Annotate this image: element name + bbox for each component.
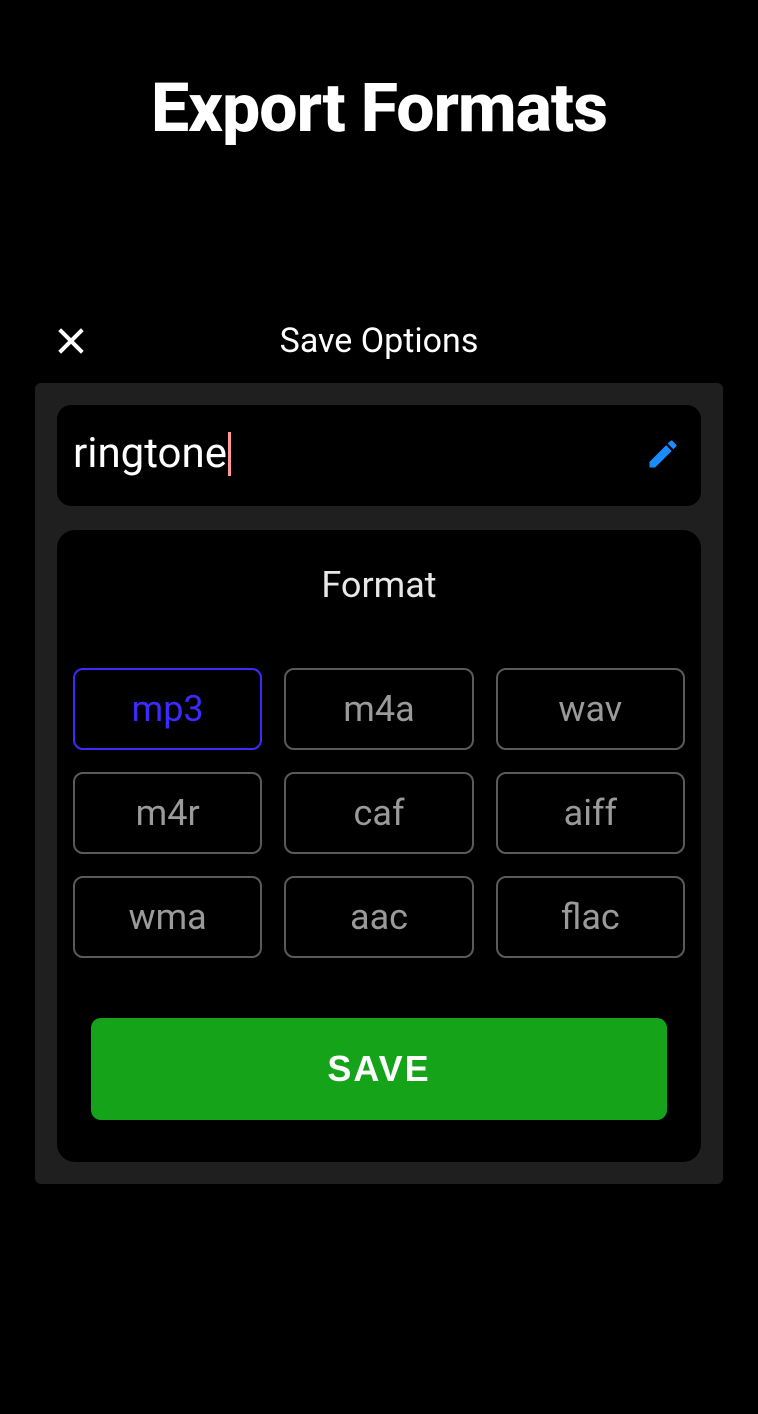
format-option-aac[interactable]: aac	[284, 876, 473, 958]
format-option-aiff[interactable]: aiff	[496, 772, 685, 854]
modal-body: ringtone Format mp3 m4a wav m4r caf aiff…	[35, 383, 723, 1184]
format-option-m4r[interactable]: m4r	[73, 772, 262, 854]
format-option-m4a[interactable]: m4a	[284, 668, 473, 750]
format-option-mp3[interactable]: mp3	[73, 668, 262, 750]
filename-input-row[interactable]: ringtone	[57, 405, 701, 506]
modal-header: Save Options	[35, 313, 723, 383]
filename-text: ringtone	[73, 429, 227, 478]
format-option-wav[interactable]: wav	[496, 668, 685, 750]
save-options-modal: Save Options ringtone Format mp3 m4a wav…	[35, 313, 723, 1184]
format-option-flac[interactable]: flac	[496, 876, 685, 958]
filename-input[interactable]: ringtone	[73, 429, 231, 478]
format-option-caf[interactable]: caf	[284, 772, 473, 854]
page-heading: Export Formats	[0, 68, 758, 148]
format-panel: Format mp3 m4a wav m4r caf aiff wma aac …	[57, 530, 701, 1162]
close-icon[interactable]	[53, 323, 89, 359]
pencil-icon[interactable]	[645, 436, 681, 472]
format-section-label: Format	[71, 564, 687, 606]
modal-title: Save Options	[280, 321, 479, 361]
format-option-wma[interactable]: wma	[73, 876, 262, 958]
text-cursor	[228, 432, 231, 476]
format-grid: mp3 m4a wav m4r caf aiff wma aac flac	[71, 668, 687, 958]
save-button[interactable]: SAVE	[91, 1018, 667, 1120]
